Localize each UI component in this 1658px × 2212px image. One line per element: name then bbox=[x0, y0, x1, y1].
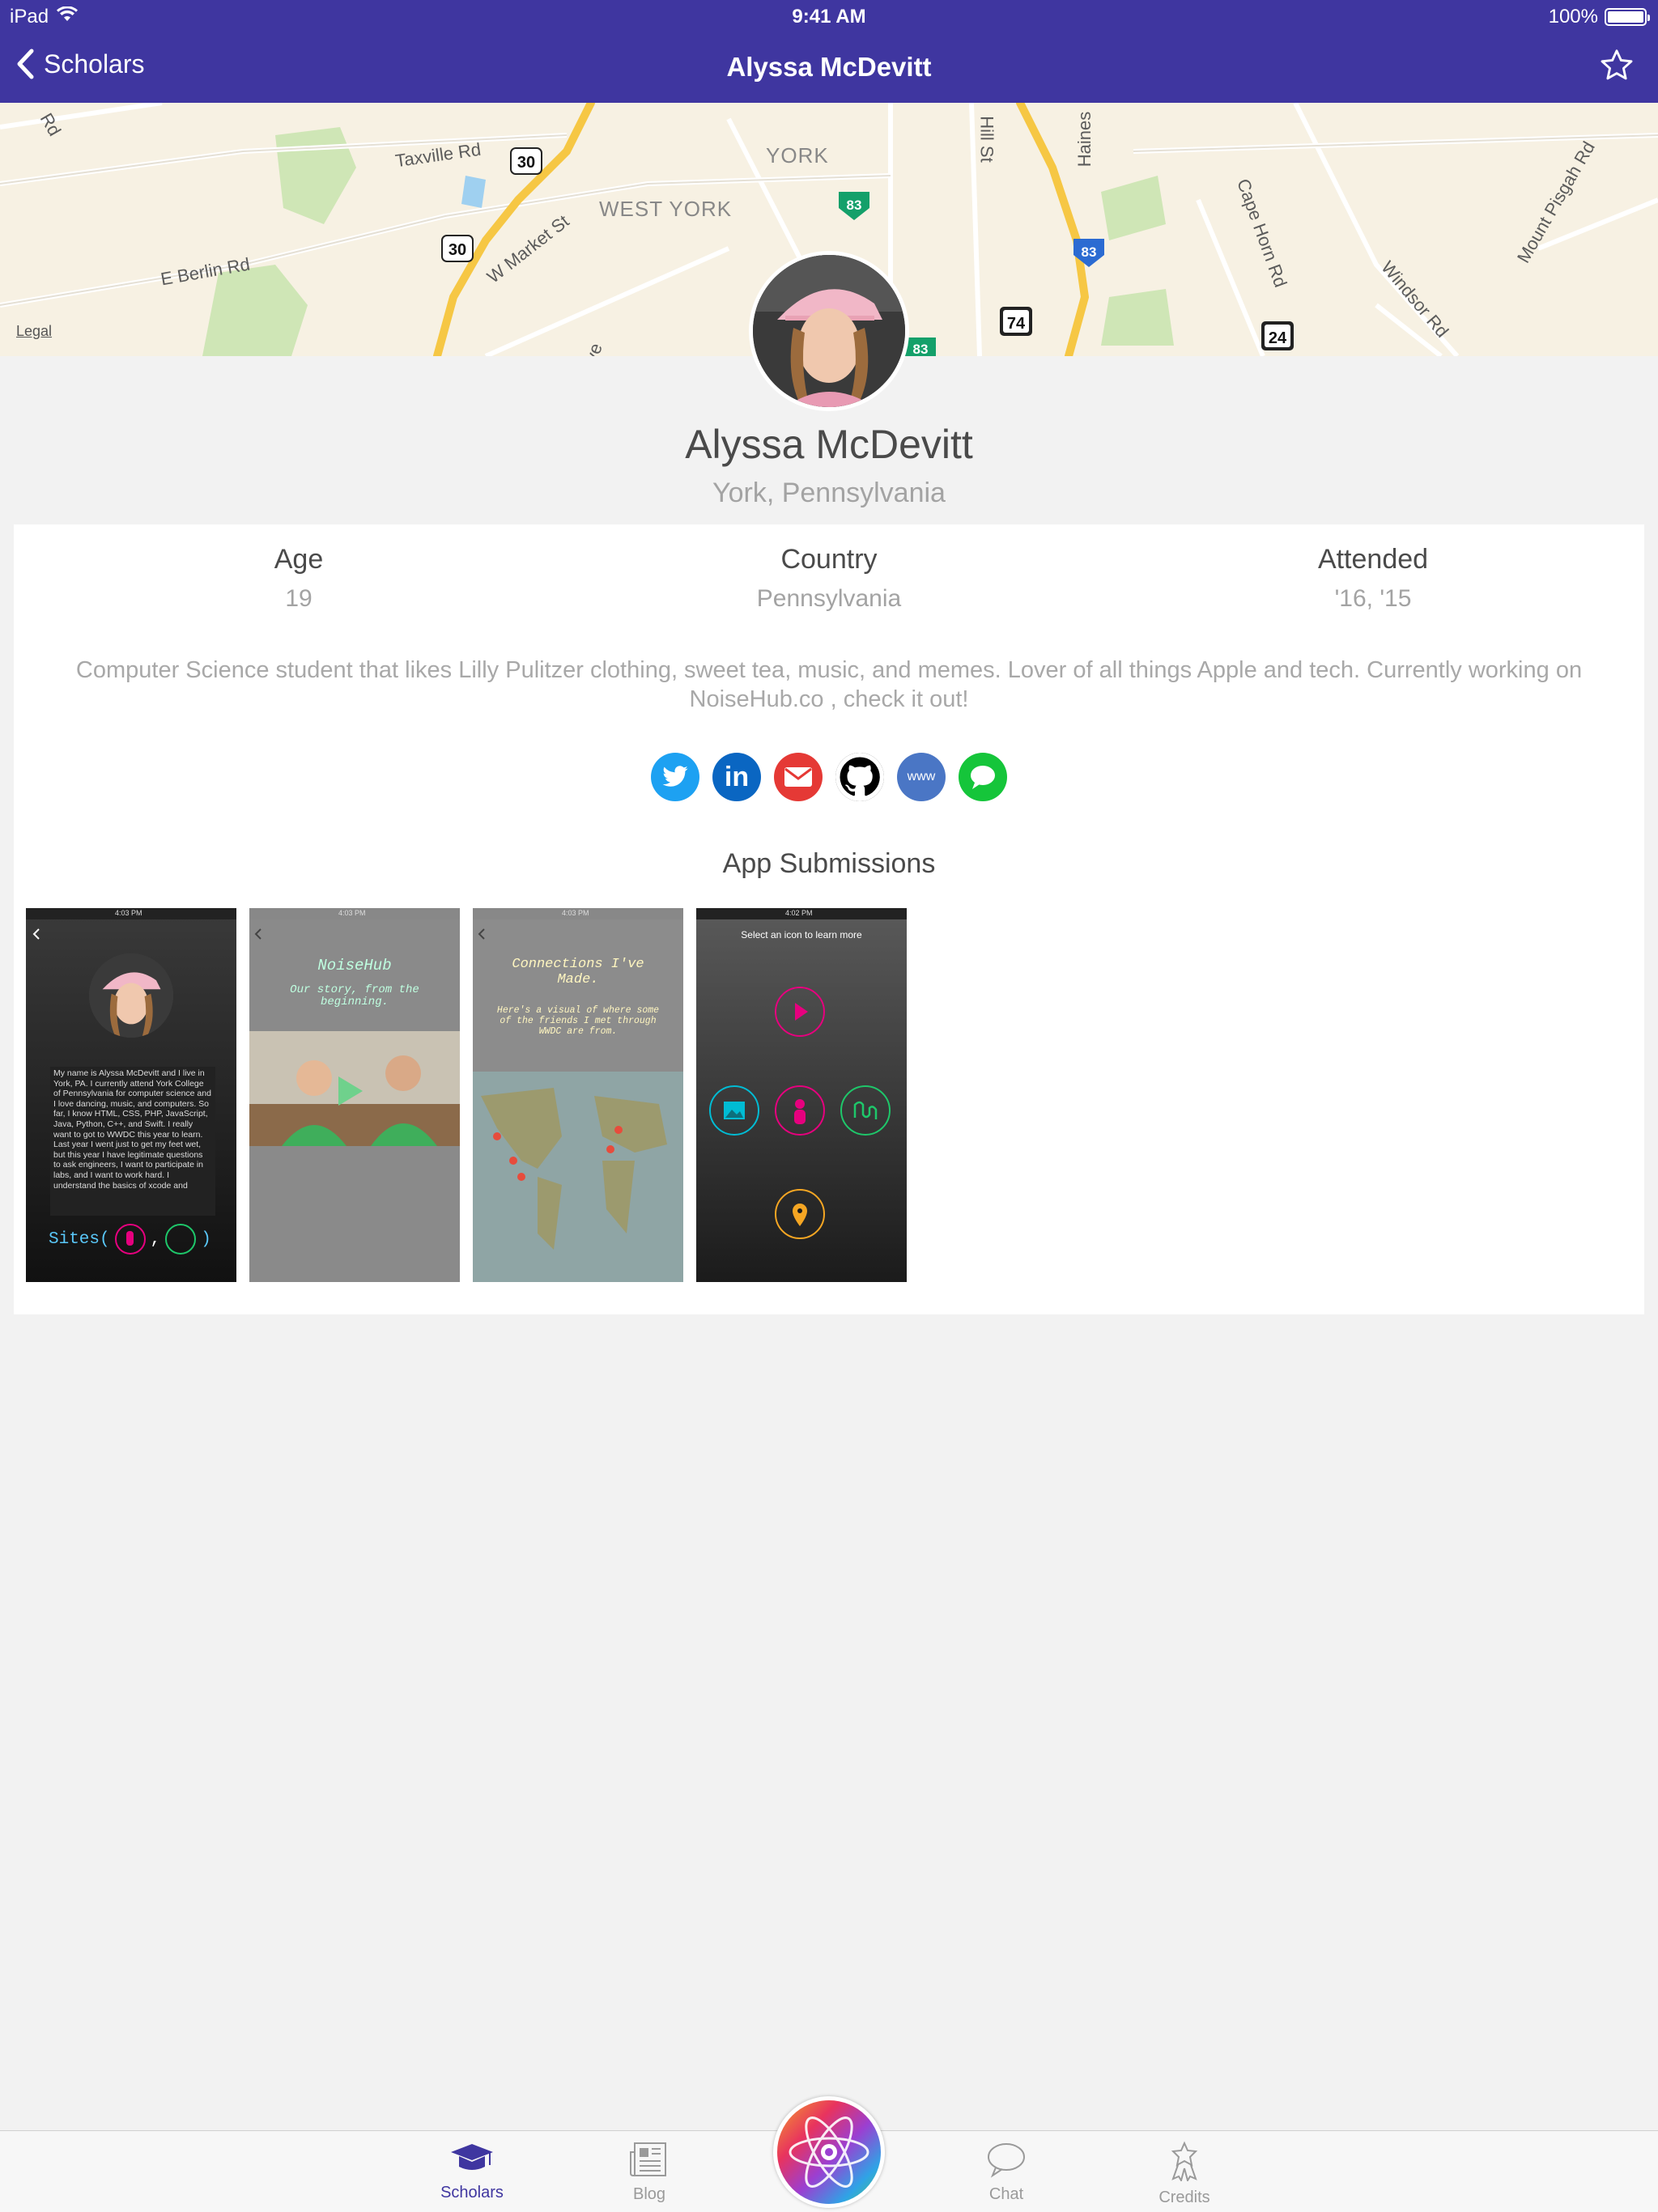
stat-label: Attended bbox=[1317, 544, 1429, 575]
graduation-cap-icon bbox=[451, 2144, 493, 2170]
profile-card: Age 19 Country Pennsylvania Attended '16… bbox=[14, 524, 1644, 1314]
stat-age: Age 19 bbox=[56, 544, 542, 613]
screenshot-title: NoiseHub bbox=[317, 957, 392, 974]
chevron-left-icon bbox=[32, 928, 40, 940]
app-screenshots: 4:03 PM My name is Alyssa McDevitt and I… bbox=[26, 908, 907, 1282]
map-road-label: Haines bbox=[1074, 111, 1095, 168]
linkedin-button[interactable]: in bbox=[712, 753, 761, 801]
github-icon bbox=[835, 753, 884, 801]
chat-bubble-icon bbox=[988, 2143, 1025, 2178]
stat-attended: Attended '16, '15 bbox=[1130, 544, 1616, 613]
globe-icon: www bbox=[907, 770, 936, 783]
tab-label: Credits bbox=[1158, 2189, 1210, 2206]
stat-label: Age bbox=[274, 544, 324, 575]
app-screenshot[interactable]: 4:03 PM My name is Alyssa McDevitt and I… bbox=[26, 908, 236, 1282]
social-links: in www bbox=[14, 753, 1644, 801]
tab-scholars[interactable]: Scholars bbox=[423, 2141, 521, 2202]
screenshot-avatar bbox=[89, 953, 173, 1038]
tab-label: Chat bbox=[988, 2185, 1024, 2203]
noisehub-icon bbox=[840, 1085, 891, 1136]
stat-label: Country bbox=[780, 544, 878, 575]
screenshot-time: 4:03 PM bbox=[115, 909, 142, 917]
map-legal-link[interactable]: Legal bbox=[16, 323, 52, 340]
profile-location: York, Pennsylvania bbox=[712, 478, 946, 508]
favorite-star-button[interactable] bbox=[1598, 47, 1635, 88]
github-button[interactable] bbox=[835, 753, 884, 801]
person-icon bbox=[114, 1224, 146, 1255]
profile-avatar bbox=[749, 251, 909, 411]
screenshot-time: 4:02 PM bbox=[785, 909, 813, 917]
star-icon bbox=[1601, 49, 1633, 80]
profile-bio: Computer Science student that likes Lill… bbox=[75, 657, 1583, 712]
message-bubble-icon bbox=[971, 766, 995, 789]
image-icon bbox=[709, 1085, 759, 1136]
navigation-bar: Scholars Alyssa McDevitt bbox=[0, 34, 1658, 103]
app-submissions-title: App Submissions bbox=[722, 848, 936, 879]
map-town-label: WEST YORK bbox=[599, 197, 733, 221]
screenshot-bio: My name is Alyssa McDevitt and I live in… bbox=[50, 1067, 215, 1216]
person-icon bbox=[775, 1085, 825, 1136]
tab-blog[interactable]: Blog bbox=[601, 2141, 698, 2204]
imessage-button[interactable] bbox=[959, 753, 1007, 801]
app-screenshot[interactable]: 4:03 PM NoiseHub Our story, from the beg… bbox=[249, 908, 460, 1282]
mail-icon bbox=[784, 767, 812, 787]
award-icon bbox=[1171, 2141, 1198, 2183]
map-road-label: Hill St bbox=[976, 116, 997, 163]
twitter-button[interactable] bbox=[651, 753, 699, 801]
screenshot-subtitle: Our story, from the beginning. bbox=[290, 983, 419, 1008]
sites-label: Sites( bbox=[49, 1229, 110, 1249]
screenshot-footer: Sites( , ) bbox=[49, 1224, 211, 1255]
profile-name: Alyssa McDevitt bbox=[685, 422, 973, 467]
twitter-icon bbox=[662, 766, 688, 787]
stat-value: Pennsylvania bbox=[756, 585, 902, 612]
atom-logo-icon bbox=[777, 2100, 881, 2204]
clock: 9:41 AM bbox=[792, 6, 866, 28]
play-icon bbox=[775, 987, 825, 1037]
wwdc-center-button[interactable] bbox=[773, 2096, 885, 2208]
screenshot-time: 4:03 PM bbox=[562, 909, 589, 917]
tab-label: Scholars bbox=[440, 2184, 504, 2201]
noisehub-icon bbox=[165, 1224, 197, 1255]
stat-value: '16, '15 bbox=[1334, 585, 1412, 612]
screenshot-subtitle: Here's a visual of where some of the fri… bbox=[496, 1005, 660, 1037]
screenshot-header: Select an icon to learn more bbox=[741, 929, 862, 940]
screenshot-title: Connections I've Made. bbox=[512, 957, 644, 987]
app-screenshot[interactable]: 4:03 PM Connections I've Made. Here's a … bbox=[473, 908, 683, 1282]
battery-icon bbox=[1605, 8, 1650, 26]
app-screenshot[interactable]: 4:02 PM Select an icon to learn more bbox=[696, 908, 907, 1282]
email-button[interactable] bbox=[774, 753, 823, 801]
sites-separator: , bbox=[150, 1229, 161, 1249]
chevron-left-icon bbox=[254, 928, 261, 940]
video-thumbnail bbox=[249, 1031, 460, 1146]
status-bar: iPad 9:41 AM 100% bbox=[0, 0, 1658, 34]
tab-chat[interactable]: Chat bbox=[958, 2141, 1055, 2204]
battery-percent: 100% bbox=[1548, 6, 1598, 28]
linkedin-icon: in bbox=[724, 761, 750, 792]
tab-label: Blog bbox=[632, 2185, 666, 2203]
newspaper-icon bbox=[630, 2142, 666, 2176]
screenshot-time: 4:03 PM bbox=[338, 909, 366, 917]
world-map bbox=[473, 1072, 683, 1282]
website-button[interactable]: www bbox=[897, 753, 946, 801]
location-pin-icon bbox=[775, 1189, 825, 1239]
chevron-left-icon bbox=[478, 928, 485, 940]
stat-value: 19 bbox=[285, 585, 312, 612]
page-title: Alyssa McDevitt bbox=[726, 52, 932, 82]
tab-credits[interactable]: Credits bbox=[1136, 2141, 1233, 2207]
sites-close: ) bbox=[201, 1229, 211, 1249]
stat-country: Country Pennsylvania bbox=[586, 544, 1072, 613]
map-town-label: YORK bbox=[766, 143, 829, 168]
